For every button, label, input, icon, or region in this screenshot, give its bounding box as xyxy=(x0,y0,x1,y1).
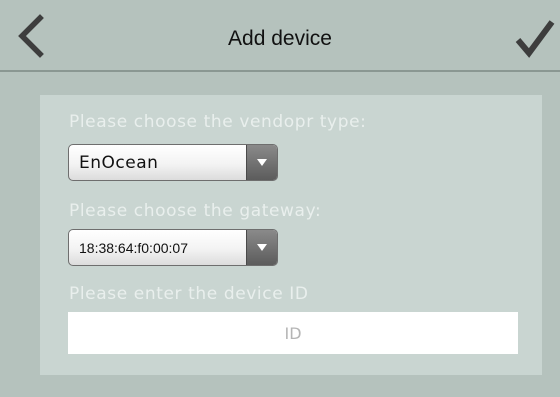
gateway-label: Please choose the gateway: xyxy=(69,201,322,221)
gateway-dropdown-button[interactable] xyxy=(246,230,277,265)
device-id-label: Please enter the device ID xyxy=(69,284,309,304)
dropdown-arrow-icon xyxy=(257,244,267,251)
vendor-dropdown-button[interactable] xyxy=(246,145,277,180)
page-title: Add device xyxy=(228,27,332,50)
dropdown-arrow-icon xyxy=(257,159,267,166)
vendor-type-value: EnOcean xyxy=(79,152,159,173)
gateway-select[interactable]: 18:38:64:f0:00:07 xyxy=(68,229,278,266)
add-device-form: Please choose the vendopr type: EnOcean … xyxy=(40,95,542,375)
done-button[interactable] xyxy=(512,16,556,60)
gateway-value: 18:38:64:f0:00:07 xyxy=(79,239,188,256)
checkmark-icon xyxy=(515,20,555,58)
device-id-input[interactable] xyxy=(68,312,518,354)
vendor-type-label: Please choose the vendopr type: xyxy=(69,112,367,132)
vendor-type-select[interactable]: EnOcean xyxy=(68,144,278,181)
navigation-bar: Add device xyxy=(0,0,560,72)
